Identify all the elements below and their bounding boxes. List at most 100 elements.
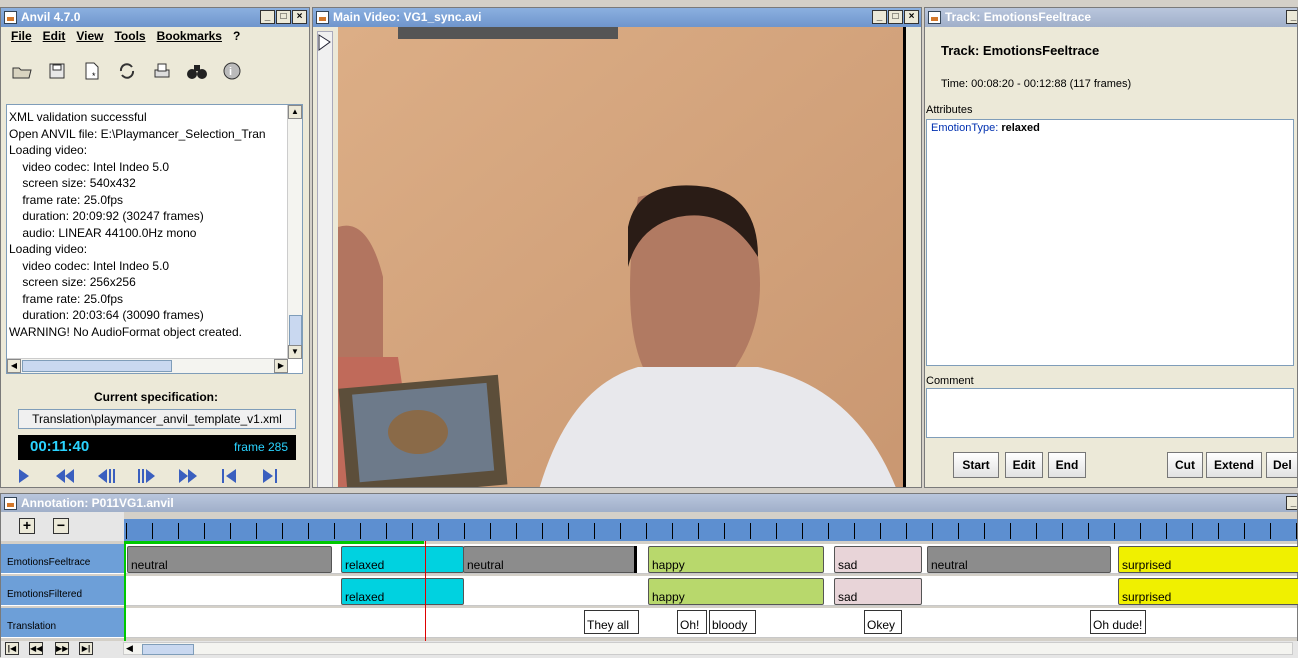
annotation-segment[interactable]: relaxed (341, 546, 464, 573)
translation-segment[interactable]: Oh dude! (1090, 610, 1146, 634)
step-back-icon[interactable] (95, 466, 117, 486)
ruler-tick (542, 523, 543, 539)
video-seek-slider[interactable] (317, 31, 333, 487)
translation-segment[interactable]: Oh! (677, 610, 707, 634)
attributes-box[interactable]: EmotionType: relaxed (926, 119, 1294, 366)
track-row-emotions-feeltrace[interactable]: neutral relaxed neutral happy sad neutra… (124, 544, 1298, 574)
track-label-emotions-filtered[interactable]: EmotionsFiltered (1, 576, 124, 606)
ruler-tick (906, 523, 907, 539)
menu-file[interactable]: File (11, 29, 32, 43)
maximize-button[interactable]: □ (276, 10, 291, 24)
menu-edit[interactable]: Edit (43, 29, 66, 43)
log-line: video codec: Intel Indeo 5.0 (9, 159, 170, 174)
scroll-right-icon[interactable]: ▶ (274, 359, 288, 373)
ruler-tick (152, 523, 153, 539)
cut-button[interactable]: Cut (1167, 452, 1203, 478)
scroll-up-icon[interactable]: ▲ (288, 105, 302, 119)
maximize-button[interactable]: □ (888, 10, 903, 24)
menu-bookmarks[interactable]: Bookmarks (157, 29, 222, 43)
extend-button[interactable]: Extend (1206, 452, 1262, 478)
minimize-button[interactable]: _ (1286, 10, 1297, 24)
play-icon[interactable] (13, 466, 35, 486)
annotation-segment[interactable]: neutral (127, 546, 332, 573)
open-folder-icon[interactable] (11, 60, 33, 82)
timeline-scrollbar[interactable]: ◀ (123, 642, 1293, 655)
menu-tools[interactable]: Tools (114, 29, 145, 43)
refresh-icon[interactable] (116, 60, 138, 82)
hscroll-thumb[interactable] (22, 360, 172, 372)
scroll-down-icon[interactable]: ▼ (288, 345, 302, 359)
log-horizontal-scrollbar[interactable]: ◀ ▶ (7, 358, 288, 373)
scroll-left-icon[interactable]: ◀ (126, 643, 133, 654)
ruler-tick (1114, 523, 1115, 539)
translation-segment[interactable]: bloody (709, 610, 756, 634)
menu-view[interactable]: View (76, 29, 103, 43)
next-page-icon[interactable]: ▶▶ (55, 642, 69, 655)
track-row-translation[interactable]: They all Oh! bloody Okey Oh dude! (124, 608, 1297, 638)
info-icon[interactable]: i (221, 60, 243, 82)
zoom-out-button[interactable]: − (53, 518, 69, 534)
spec-label: Current specification: (93, 390, 219, 404)
attributes-label: Attributes (926, 104, 973, 116)
annotation-segment[interactable]: happy (648, 578, 824, 605)
spec-file-field[interactable]: Translation\playmancer_anvil_template_v1… (18, 409, 296, 429)
timeline-scroll-thumb[interactable] (142, 644, 194, 655)
fast-rewind-icon[interactable] (54, 466, 76, 486)
delete-button[interactable]: Del (1266, 452, 1297, 478)
step-forward-icon[interactable] (136, 466, 158, 486)
annotation-segment[interactable]: happy (648, 546, 824, 573)
annotation-segment[interactable]: neutral (927, 546, 1111, 573)
track-label-translation[interactable]: Translation (1, 608, 124, 638)
close-button[interactable]: × (904, 10, 919, 24)
close-button[interactable]: × (292, 10, 307, 24)
save-icon[interactable] (46, 60, 68, 82)
print-icon[interactable] (151, 60, 173, 82)
seek-handle-icon[interactable] (318, 34, 332, 54)
track-row-emotions-filtered[interactable]: relaxed happy sad surprised (124, 576, 1298, 606)
track-window-titlebar[interactable]: Track: EmotionsFeeltrace _ (925, 8, 1297, 27)
minimize-button[interactable]: _ (260, 10, 275, 24)
video-frame[interactable] (338, 27, 906, 487)
go-start-icon[interactable] (218, 466, 240, 486)
main-window-titlebar[interactable]: Anvil 4.7.0 _ □ × (1, 8, 309, 27)
new-file-icon[interactable]: * (81, 60, 103, 82)
menu-help[interactable]: ? (233, 29, 240, 43)
binoculars-icon[interactable] (186, 60, 208, 82)
track-label-emotions-feeltrace[interactable]: EmotionsFeeltrace (1, 544, 124, 574)
annotation-window: Annotation: P011VG1.anvil _ + − Emotions… (0, 493, 1298, 658)
translation-segment[interactable]: Okey (864, 610, 902, 634)
edit-button[interactable]: Edit (1005, 452, 1043, 478)
translation-segment[interactable]: They all (584, 610, 639, 634)
scroll-left-icon[interactable]: ◀ (7, 359, 21, 373)
annotation-segment[interactable]: relaxed (341, 578, 464, 605)
log-line: Open ANVIL file: E:\Playmancer_Selection… (9, 126, 266, 141)
log-panel[interactable]: XML validation successful Open ANVIL file… (6, 104, 303, 374)
scroll-thumb[interactable] (289, 315, 302, 347)
minimize-button[interactable]: _ (872, 10, 887, 24)
time-ruler[interactable] (124, 519, 1297, 541)
zoom-in-button[interactable]: + (19, 518, 35, 534)
ruler-tick (282, 523, 283, 539)
annotation-segment[interactable]: neutral (463, 546, 635, 573)
end-button[interactable]: End (1048, 452, 1086, 478)
ruler-tick (802, 523, 803, 539)
annotation-segment[interactable]: sad (834, 578, 922, 605)
prev-page-icon[interactable]: ◀◀ (29, 642, 43, 655)
annotation-segment[interactable]: surprised (1118, 578, 1298, 605)
go-end-icon[interactable] (259, 466, 281, 486)
comment-field[interactable] (926, 388, 1294, 438)
start-button[interactable]: Start (953, 452, 999, 478)
annotation-segment[interactable]: surprised (1118, 546, 1298, 573)
video-window-titlebar[interactable]: Main Video: VG1_sync.avi _ □ × (313, 8, 921, 27)
annotation-window-titlebar[interactable]: Annotation: P011VG1.anvil _ (1, 494, 1297, 512)
playhead[interactable] (425, 541, 426, 641)
log-vertical-scrollbar[interactable]: ▲ ▼ (287, 105, 302, 359)
last-page-icon[interactable]: ▶| (79, 642, 93, 655)
annotation-segment[interactable]: sad (834, 546, 922, 573)
ruler-tick (126, 523, 127, 539)
fast-forward-icon[interactable] (177, 466, 199, 486)
minimize-button[interactable]: _ (1286, 496, 1297, 510)
first-page-icon[interactable]: |◀ (5, 642, 19, 655)
selection-range (124, 541, 424, 544)
ruler-tick (178, 523, 179, 539)
